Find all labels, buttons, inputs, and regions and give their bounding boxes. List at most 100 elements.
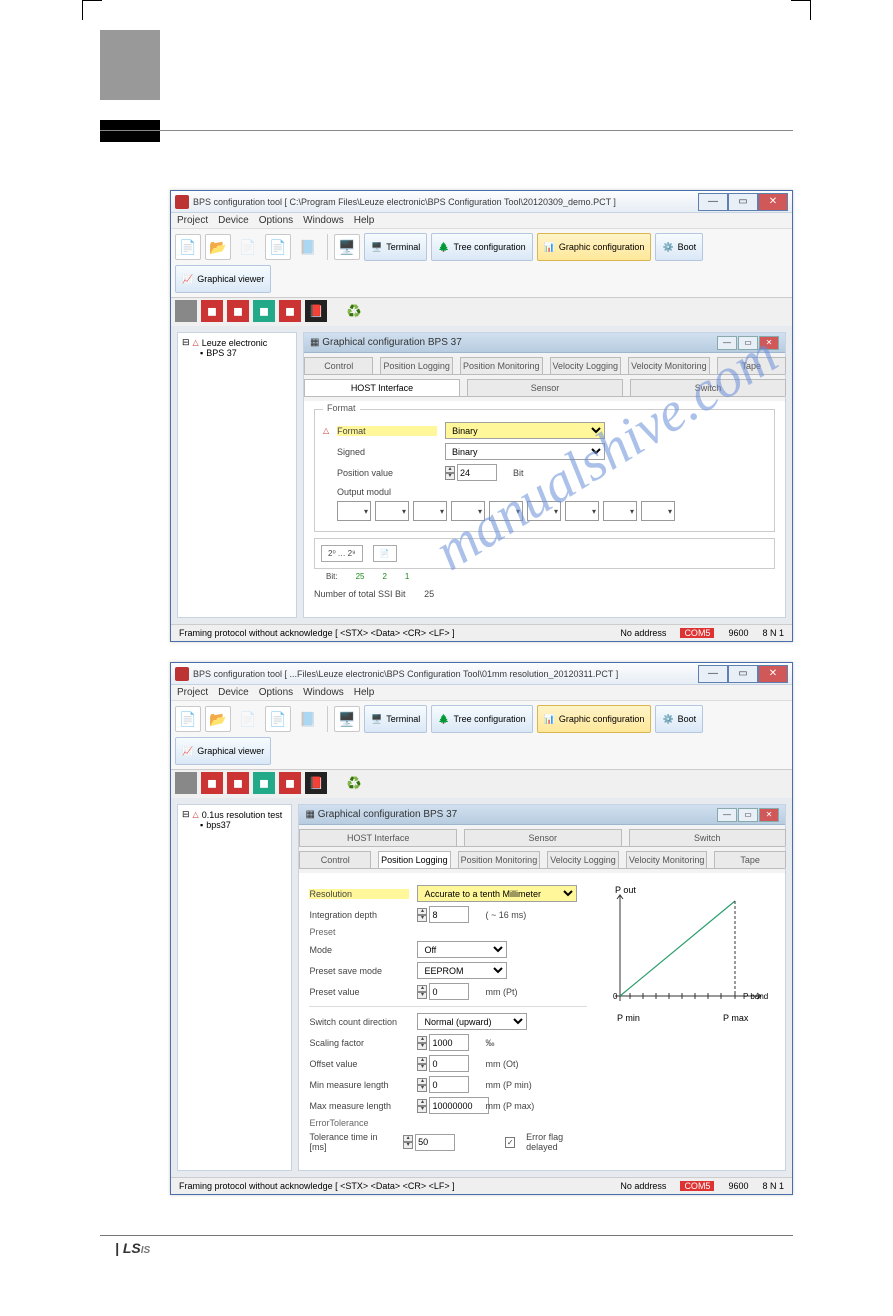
viewer-button[interactable]: 📈Graphical viewer [175, 265, 271, 293]
inner-titlebar[interactable]: ▦ Graphical configuration BPS 37 — ▭ ✕ [299, 805, 785, 825]
tab-posmon[interactable]: Position Monitoring [460, 357, 543, 374]
tree-config-button[interactable]: 🌲Tree configuration [431, 705, 532, 733]
tb2-red2-icon[interactable]: ◼ [227, 772, 249, 794]
select-savemode[interactable]: EEPROM [417, 962, 507, 979]
tab-sensor[interactable]: Sensor [464, 829, 622, 846]
tab-velmon[interactable]: Velocity Monitoring [626, 851, 708, 868]
inner-min-button[interactable]: — [717, 808, 737, 822]
tab-host[interactable]: HOST Interface [299, 829, 457, 846]
input-scaling[interactable]: ▴▾ [417, 1034, 477, 1051]
file-add-icon[interactable]: 📄 [265, 706, 291, 732]
file-new-icon[interactable]: 📄 [175, 706, 201, 732]
out-dd-6[interactable]: ▾ [527, 501, 561, 521]
file-new-icon[interactable]: 📄 [175, 234, 201, 260]
terminal-button[interactable]: 🖥️Terminal [364, 705, 427, 733]
minimize-button[interactable]: — [698, 193, 728, 211]
menu-help[interactable]: Help [354, 687, 375, 698]
input-position[interactable]: ▴▾ [445, 464, 505, 481]
menu-project[interactable]: Project [177, 687, 208, 698]
tab-velmon[interactable]: Velocity Monitoring [628, 357, 710, 374]
tab-poslog[interactable]: Position Logging [378, 851, 451, 868]
menu-options[interactable]: Options [259, 215, 293, 226]
boot-button[interactable]: ⚙️Boot [655, 705, 703, 733]
graphic-config-button[interactable]: 📊Graphic configuration [537, 233, 652, 261]
inner-max-button[interactable]: ▭ [738, 336, 758, 350]
tb2-red3-icon[interactable]: ◼ [279, 772, 301, 794]
out-dd-9[interactable]: ▾ [641, 501, 675, 521]
menu-project[interactable]: Project [177, 215, 208, 226]
close-button[interactable]: ✕ [758, 193, 788, 211]
select-switchdir[interactable]: Normal (upward) [417, 1013, 527, 1030]
tb2-book-icon[interactable]: 📕 [305, 300, 327, 322]
maximize-button[interactable]: ▭ [728, 193, 758, 211]
minimize-button[interactable]: — [698, 665, 728, 683]
titlebar[interactable]: BPS configuration tool [ C:\Program File… [171, 191, 792, 213]
terminal-button[interactable]: 🖥️Terminal [364, 233, 427, 261]
input-maxlen[interactable]: ▴▾ [417, 1097, 477, 1114]
input-offset[interactable]: ▴▾ [417, 1055, 477, 1072]
tab-vellog[interactable]: Velocity Logging [550, 357, 622, 374]
tb2-recycle-icon[interactable]: ♻️ [343, 300, 365, 322]
tree-config-button[interactable]: 🌲Tree configuration [431, 233, 532, 261]
tree-root[interactable]: ⊟△0.1us resolution test [182, 809, 287, 820]
close-button[interactable]: ✕ [758, 665, 788, 683]
input-toltime[interactable]: ▴▾ [403, 1134, 455, 1151]
inner-min-button[interactable]: — [717, 336, 737, 350]
file-open-icon[interactable]: 📂 [205, 234, 231, 260]
out-dd-7[interactable]: ▾ [565, 501, 599, 521]
tb2-green-icon[interactable]: ◼ [253, 300, 275, 322]
input-intdepth[interactable]: ▴▾ [417, 906, 477, 923]
input-presetval[interactable]: ▴▾ [417, 983, 477, 1000]
tb2-recycle-icon[interactable]: ♻️ [343, 772, 365, 794]
menu-device[interactable]: Device [218, 687, 249, 698]
tab-switch[interactable]: Switch [630, 379, 786, 396]
viewer-button[interactable]: 📈Graphical viewer [175, 737, 271, 765]
maximize-button[interactable]: ▭ [728, 665, 758, 683]
out-dd-5[interactable]: ▾ [489, 501, 523, 521]
menu-help[interactable]: Help [354, 215, 375, 226]
tab-tape[interactable]: Tape [717, 357, 786, 374]
tab-control[interactable]: Control [304, 357, 373, 374]
inner-titlebar[interactable]: ▦ Graphical configuration BPS 37 — ▭ ✕ [304, 333, 785, 353]
tb2-book-icon[interactable]: 📕 [305, 772, 327, 794]
tree-child[interactable]: ▪bps37 [200, 820, 287, 830]
menu-windows[interactable]: Windows [303, 687, 344, 698]
inner-close-button[interactable]: ✕ [759, 808, 779, 822]
menu-options[interactable]: Options [259, 687, 293, 698]
tab-poslog[interactable]: Position Logging [380, 357, 453, 374]
titlebar[interactable]: BPS configuration tool [ ...Files\Leuze … [171, 663, 792, 685]
graphic-config-button[interactable]: 📊Graphic configuration [537, 705, 652, 733]
select-resolution[interactable]: Accurate to a tenth Millimeter [417, 885, 577, 902]
file-add-icon[interactable]: 📄 [265, 234, 291, 260]
tab-switch[interactable]: Switch [629, 829, 787, 846]
menu-windows[interactable]: Windows [303, 215, 344, 226]
tb2-green-icon[interactable]: ◼ [253, 772, 275, 794]
out-dd-8[interactable]: ▾ [603, 501, 637, 521]
tab-control[interactable]: Control [299, 851, 371, 868]
checkbox-errflag[interactable]: ✓ [505, 1137, 515, 1148]
device-icon[interactable]: 🖥️ [334, 234, 360, 260]
select-format[interactable]: Binary [445, 422, 605, 439]
expand-icon[interactable]: △ [323, 426, 329, 435]
out-dd-4[interactable]: ▾ [451, 501, 485, 521]
tb2-red2-icon[interactable]: ◼ [227, 300, 249, 322]
tree-root[interactable]: ⊟△Leuze electronic [182, 337, 292, 348]
tb2-red1-icon[interactable]: ◼ [201, 300, 223, 322]
tb2-red3-icon[interactable]: ◼ [279, 300, 301, 322]
device-icon[interactable]: 🖥️ [334, 706, 360, 732]
tab-host[interactable]: HOST Interface [304, 379, 460, 396]
out-dd-1[interactable]: ▾ [337, 501, 371, 521]
file-open-icon[interactable]: 📂 [205, 706, 231, 732]
select-signed[interactable]: Binary [445, 443, 605, 460]
input-minlen[interactable]: ▴▾ [417, 1076, 477, 1093]
tb2-red1-icon[interactable]: ◼ [201, 772, 223, 794]
boot-button[interactable]: ⚙️Boot [655, 233, 703, 261]
inner-max-button[interactable]: ▭ [738, 808, 758, 822]
out-dd-2[interactable]: ▾ [375, 501, 409, 521]
tab-sensor[interactable]: Sensor [467, 379, 623, 396]
inner-close-button[interactable]: ✕ [759, 336, 779, 350]
tree-child[interactable]: ▪BPS 37 [200, 348, 292, 358]
tab-tape[interactable]: Tape [714, 851, 786, 868]
tab-vellog[interactable]: Velocity Logging [547, 851, 619, 868]
menu-device[interactable]: Device [218, 215, 249, 226]
